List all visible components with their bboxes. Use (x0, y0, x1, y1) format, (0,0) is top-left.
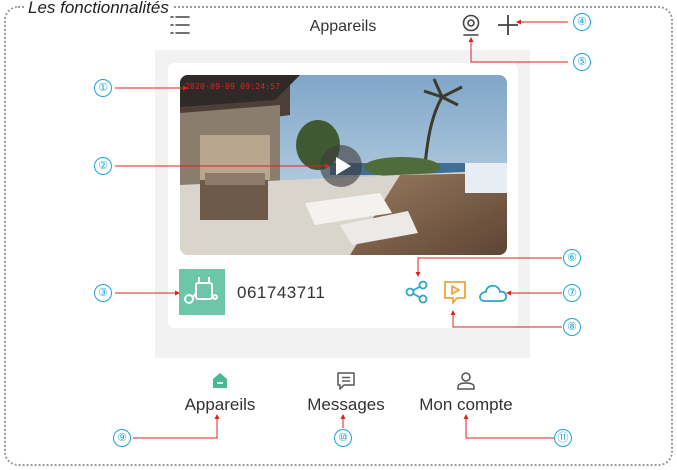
message-icon (337, 372, 355, 390)
callout-9: ⑨ (113, 429, 131, 447)
nav-tab-devices-label: Appareils (184, 395, 256, 414)
nav-tab-account[interactable]: Mon compte (412, 371, 520, 415)
device-thumbnail[interactable] (179, 269, 225, 315)
nav-tab-messages[interactable]: Messages (300, 371, 392, 415)
user-icon (457, 372, 475, 390)
callout-8: ⑧ (563, 318, 581, 336)
nav-tab-account-label: Mon compte (419, 395, 513, 414)
plus-icon[interactable] (497, 14, 519, 36)
callout-2: ② (94, 157, 112, 175)
callout-6: ⑥ (563, 249, 581, 267)
callout-1: ① (94, 79, 112, 97)
camera-device-icon (184, 277, 218, 304)
hamburger-menu-icon[interactable] (170, 14, 190, 36)
video-timestamp: 2020-09-09 09:24:57 (185, 82, 281, 91)
callout-10: ⑩ (334, 429, 352, 447)
home-icon (213, 373, 227, 388)
nav-tab-messages-label: Messages (307, 395, 385, 414)
play-icon (336, 157, 351, 175)
callout-7: ⑦ (563, 284, 581, 302)
camera-icon[interactable] (460, 14, 482, 38)
callout-4: ④ (573, 13, 591, 31)
callout-5: ⑤ (573, 53, 591, 71)
device-id: 061743711 (237, 283, 326, 302)
page-title: Appareils (309, 18, 377, 35)
playback-icon[interactable] (442, 279, 468, 305)
share-icon[interactable] (405, 280, 429, 304)
cloud-icon[interactable] (478, 282, 508, 304)
callout-3: ③ (94, 284, 112, 302)
section-title: Les fonctionnalités (24, 0, 173, 16)
nav-tab-devices[interactable]: Appareils (180, 371, 260, 415)
callout-11: ⑪ (554, 429, 572, 447)
play-button[interactable] (320, 145, 362, 187)
